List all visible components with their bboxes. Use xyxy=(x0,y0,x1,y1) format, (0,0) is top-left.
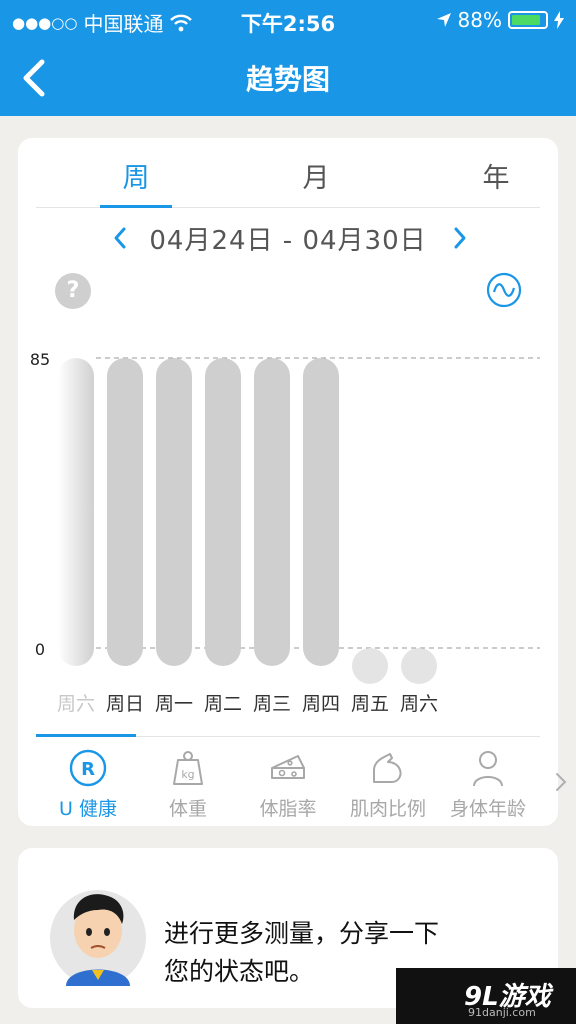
page-title: 趋势图 xyxy=(245,63,330,96)
chart-empty-point xyxy=(401,648,437,684)
x-tick-label: 周一 xyxy=(155,693,193,715)
metrics-scroll-right-icon[interactable] xyxy=(554,770,568,794)
person-icon xyxy=(473,751,503,787)
x-tick-label: 周三 xyxy=(253,693,291,715)
metric-label: 体脂率 xyxy=(259,798,317,820)
curve-toggle-icon[interactable] xyxy=(486,272,522,308)
chart-empty-point xyxy=(352,648,388,684)
superhero-avatar-icon xyxy=(50,890,146,986)
app-header: ●●●○○ 中国联通 下午2:56 88% 趋势图 xyxy=(0,0,576,116)
tab-year[interactable]: 年 xyxy=(436,156,556,195)
u-health-icon: R xyxy=(69,749,107,787)
period-tabs: 周 月 年 xyxy=(36,138,540,208)
battery-icon xyxy=(508,11,548,29)
date-range-row: 04月24日 - 04月30日 xyxy=(18,218,558,258)
status-right: 88% xyxy=(436,8,564,32)
weight-scale-icon: kg xyxy=(173,751,203,785)
metric-label: 肌肉比例 xyxy=(349,798,426,820)
date-range-label: 04月24日 - 04月30日 xyxy=(149,226,427,256)
x-tick-label: 周六 xyxy=(400,693,438,715)
charging-bolt-icon xyxy=(554,11,564,29)
cheese-icon xyxy=(271,755,305,779)
trend-bar-chart: 850周六 周日 周一 周二 周三 周四 周五 周六 xyxy=(30,350,540,715)
x-tick-label: 周四 xyxy=(302,693,340,715)
chart-bar xyxy=(303,358,339,666)
metric-body-fat[interactable]: 体脂率 xyxy=(238,748,338,824)
tab-month[interactable]: 月 xyxy=(256,156,376,195)
x-tick-label: 周日 xyxy=(106,693,144,715)
svg-text:kg: kg xyxy=(181,768,194,781)
muscle-arm-icon xyxy=(373,753,402,783)
metric-active-indicator xyxy=(36,734,136,737)
help-icon[interactable]: ? xyxy=(55,273,91,309)
watermark-site: 91danji.com xyxy=(468,1006,536,1019)
next-week-button[interactable] xyxy=(448,224,472,252)
svg-text:R: R xyxy=(81,759,95,780)
metric-body-age[interactable]: 身体年龄 xyxy=(438,748,538,824)
chart-bar xyxy=(107,358,143,666)
x-tick-label: 周五 xyxy=(351,693,389,715)
tip-text-line1: 进行更多测量，分享一下 xyxy=(164,919,440,948)
y-tick-label: 0 xyxy=(35,640,45,659)
trend-card: 周 月 年 04月24日 - 04月30日 ? 85 0 周六 周日 周一 周二 周三 周四周… xyxy=(18,138,567,826)
metric-muscle[interactable]: 肌肉比例 xyxy=(338,748,438,824)
x-tick-label: 周二 xyxy=(204,693,242,715)
status-bar: ●●●○○ 中国联通 下午2:56 88% xyxy=(0,0,576,40)
metric-selector: R U 健康 kg 体重 体脂率 肌肉比例 身体年龄 xyxy=(38,748,567,824)
site-watermark: 9L游戏 91danji.com xyxy=(396,968,576,1024)
battery-fill xyxy=(512,15,540,25)
y-tick-label: 85 xyxy=(30,350,50,369)
metric-label: 身体年龄 xyxy=(449,798,526,820)
battery-percent: 88% xyxy=(457,8,502,32)
chart-bar xyxy=(205,358,241,666)
metric-label: 体重 xyxy=(168,798,207,820)
chart-bar xyxy=(156,358,192,666)
chart-bar xyxy=(58,358,94,666)
tab-week[interactable]: 周 xyxy=(76,156,196,195)
metric-weight[interactable]: kg 体重 xyxy=(138,748,238,824)
metric-label: U 健康 xyxy=(59,798,117,820)
chart-bar xyxy=(254,358,290,666)
location-arrow-icon xyxy=(436,13,451,27)
metric-u-health[interactable]: R U 健康 xyxy=(38,748,138,824)
tip-text-line2: 您的状态吧。 xyxy=(164,957,315,986)
x-tick-label: 周六 xyxy=(57,693,95,715)
tab-active-indicator xyxy=(100,205,172,208)
